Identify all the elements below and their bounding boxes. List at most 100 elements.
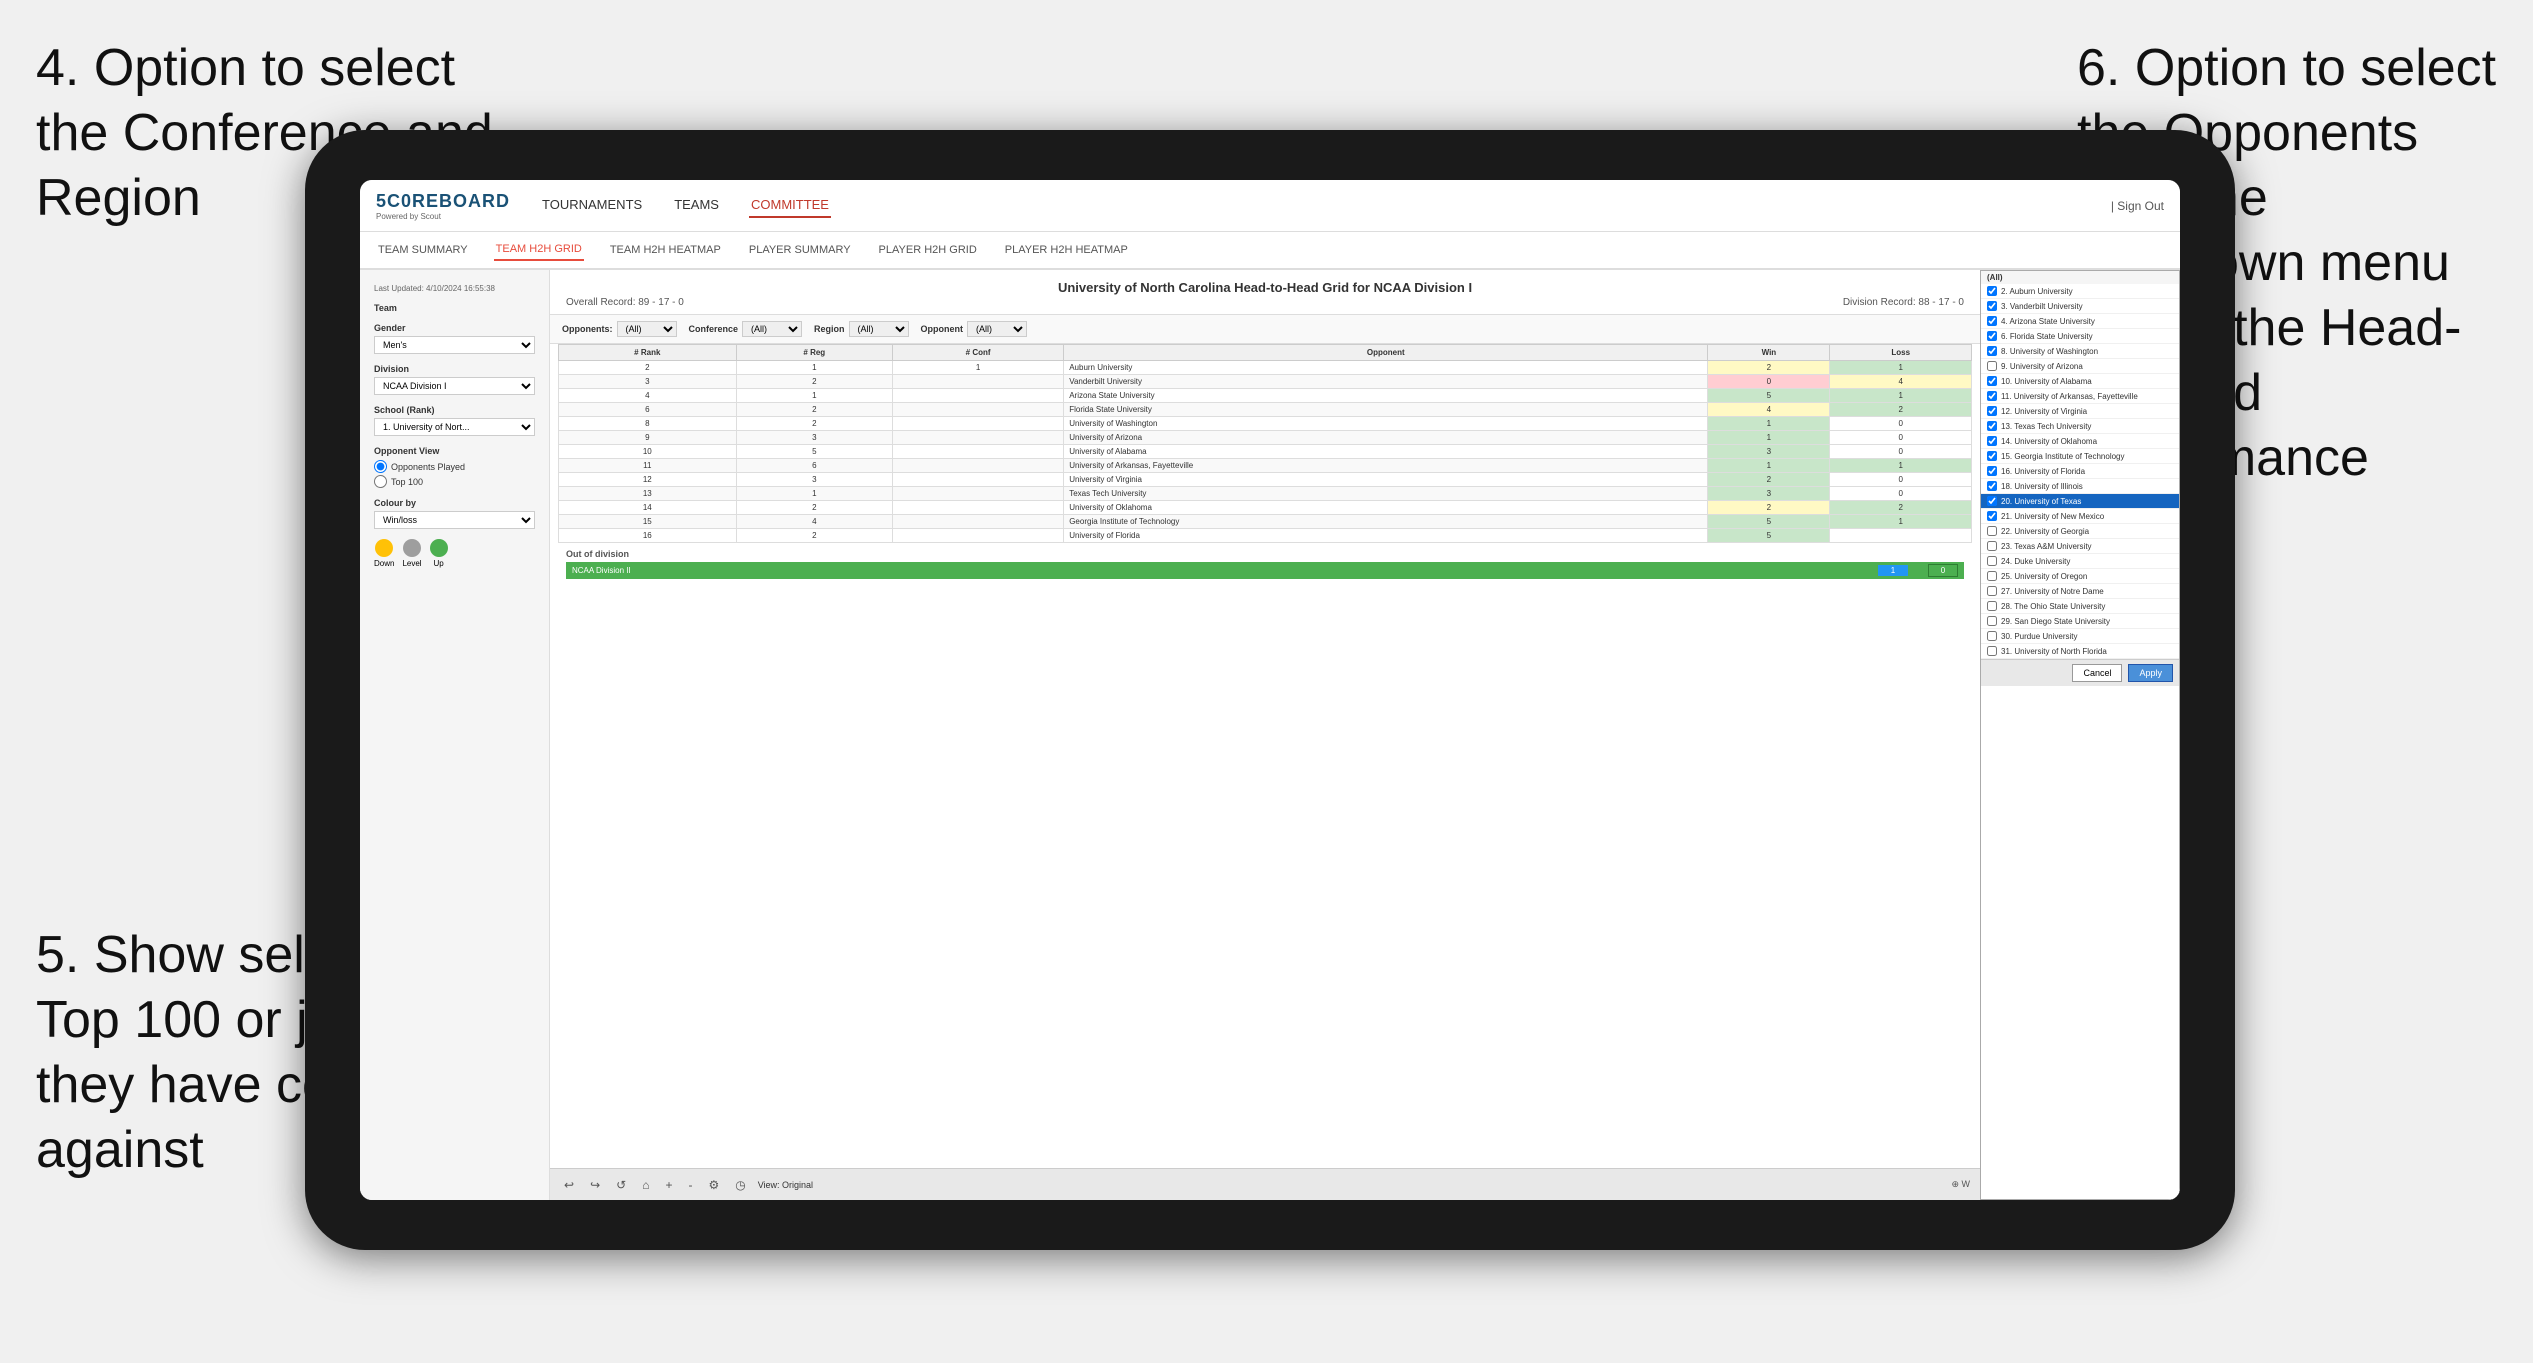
dropdown-item[interactable]: 12. University of Virginia	[1981, 404, 2179, 419]
sub-nav-player-summary[interactable]: PLAYER SUMMARY	[747, 240, 853, 260]
dropdown-item[interactable]: 9. University of Arizona	[1981, 359, 2179, 374]
legend: Down Level Up	[374, 539, 535, 568]
cell-opponent: Auburn University	[1064, 361, 1708, 375]
division-record: Division Record: 88 - 17 - 0	[1843, 297, 1964, 308]
refresh-button[interactable]: ↺	[612, 1176, 630, 1194]
home-button[interactable]: ⌂	[638, 1176, 653, 1194]
dropdown-item[interactable]: 2. Auburn University	[1981, 284, 2179, 299]
dropdown-item[interactable]: 18. University of Illinois	[1981, 479, 2179, 494]
report-title: University of North Carolina Head-to-Hea…	[566, 280, 1964, 295]
cell-loss	[1830, 529, 1972, 543]
nav-tournaments[interactable]: TOURNAMENTS	[540, 193, 644, 218]
dropdown-item[interactable]: 14. University of Oklahoma	[1981, 434, 2179, 449]
cell-rank: 8	[559, 417, 737, 431]
th-reg: # Reg	[736, 345, 892, 361]
cell-conf: 1	[893, 361, 1064, 375]
cell-loss: 2	[1830, 403, 1972, 417]
legend-down-icon	[375, 539, 393, 557]
dropdown-item[interactable]: 23. Texas A&M University	[1981, 539, 2179, 554]
cell-reg: 2	[736, 403, 892, 417]
opponent-dropdown-panel[interactable]: (All) 2. Auburn University 3. Vanderbilt…	[1980, 270, 2180, 1200]
sub-nav-team-summary[interactable]: TEAM SUMMARY	[376, 240, 470, 260]
dropdown-item[interactable]: 4. Arizona State University	[1981, 314, 2179, 329]
dropdown-item[interactable]: 24. Duke University	[1981, 554, 2179, 569]
apply-button[interactable]: Apply	[2128, 664, 2173, 682]
table-row: 12 3 University of Virginia 2 0	[559, 473, 1972, 487]
cell-loss: 0	[1830, 487, 1972, 501]
radio-top100[interactable]: Top 100	[374, 475, 535, 488]
table-row: 14 2 University of Oklahoma 2 2	[559, 501, 1972, 515]
school-select[interactable]: 1. University of Nort...	[374, 418, 535, 436]
conference-filter-select[interactable]: (All)	[742, 321, 802, 337]
radio-opponents-played[interactable]: Opponents Played	[374, 460, 535, 473]
sub-nav-player-h2h-heatmap[interactable]: PLAYER H2H HEATMAP	[1003, 240, 1130, 260]
dropdown-item[interactable]: 3. Vanderbilt University	[1981, 299, 2179, 314]
dropdown-item[interactable]: 29. San Diego State University	[1981, 614, 2179, 629]
cell-loss: 1	[1830, 515, 1972, 529]
dropdown-item[interactable]: 13. Texas Tech University	[1981, 419, 2179, 434]
nav-teams[interactable]: TEAMS	[672, 193, 721, 218]
colour-by-label: Colour by	[374, 498, 535, 508]
redo-button[interactable]: ↪	[586, 1176, 604, 1194]
cell-win: 2	[1708, 473, 1830, 487]
cell-win: 5	[1708, 529, 1830, 543]
sub-nav-team-h2h-grid[interactable]: TEAM H2H GRID	[494, 239, 584, 261]
dropdown-item[interactable]: 8. University of Washington	[1981, 344, 2179, 359]
dropdown-item[interactable]: 28. The Ohio State University	[1981, 599, 2179, 614]
out-of-division: Out of division NCAA Division II 1 0	[558, 543, 1972, 585]
sign-out[interactable]: | Sign Out	[2111, 199, 2164, 213]
cell-reg: 3	[736, 431, 892, 445]
table-row: 8 2 University of Washington 1 0	[559, 417, 1972, 431]
clock-button[interactable]: ◷	[731, 1176, 749, 1194]
dropdown-item[interactable]: 30. Purdue University	[1981, 629, 2179, 644]
report-header: University of North Carolina Head-to-Hea…	[550, 270, 1980, 315]
dropdown-item[interactable]: 10. University of Alabama	[1981, 374, 2179, 389]
zoom-in-button[interactable]: +	[661, 1176, 676, 1194]
nav-committee[interactable]: COMMITTEE	[749, 193, 831, 218]
cell-conf	[893, 487, 1064, 501]
settings-button[interactable]: ⚙	[704, 1176, 723, 1194]
data-table-wrap: # Rank # Reg # Conf Opponent Win Loss 2	[550, 344, 1980, 1168]
cancel-button[interactable]: Cancel	[2072, 664, 2122, 682]
dropdown-item[interactable]: 27. University of Notre Dame	[1981, 584, 2179, 599]
division-select[interactable]: NCAA Division I	[374, 377, 535, 395]
th-loss: Loss	[1830, 345, 1972, 361]
undo-button[interactable]: ↩	[560, 1176, 578, 1194]
sidebar: Last Updated: 4/10/2024 16:55:38 Team Ge…	[360, 270, 550, 1200]
cell-loss: 0	[1830, 473, 1972, 487]
cell-win: 1	[1708, 431, 1830, 445]
cell-opponent: University of Arkansas, Fayetteville	[1064, 459, 1708, 473]
dropdown-item[interactable]: 25. University of Oregon	[1981, 569, 2179, 584]
opponents-filter-select[interactable]: (All)	[617, 321, 677, 337]
cell-loss: 1	[1830, 459, 1972, 473]
dropdown-item[interactable]: 21. University of New Mexico	[1981, 509, 2179, 524]
sub-nav-team-h2h-heatmap[interactable]: TEAM H2H HEATMAP	[608, 240, 723, 260]
opponent-view-section: Opponent View Opponents Played Top 100	[374, 446, 535, 488]
dropdown-item[interactable]: 22. University of Georgia	[1981, 524, 2179, 539]
opponent-filter-select[interactable]: (All)	[967, 321, 1027, 337]
dropdown-item[interactable]: 16. University of Florida	[1981, 464, 2179, 479]
cell-rank: 13	[559, 487, 737, 501]
tablet-device: 5C0REBOARD Powered by Scout TOURNAMENTS …	[305, 130, 2235, 1250]
region-filter-select[interactable]: (All)	[849, 321, 909, 337]
cell-opponent: Georgia Institute of Technology	[1064, 515, 1708, 529]
dropdown-item[interactable]: 31. University of North Florida	[1981, 644, 2179, 659]
dropdown-item[interactable]: 6. Florida State University	[1981, 329, 2179, 344]
school-label: School (Rank)	[374, 405, 535, 415]
table-row: 4 1 Arizona State University 5 1	[559, 389, 1972, 403]
logo-area: 5C0REBOARD Powered by Scout	[376, 191, 510, 221]
zoom-out-button[interactable]: -	[684, 1176, 696, 1194]
legend-up: Up	[430, 539, 448, 568]
opponent-view-label: Opponent View	[374, 446, 535, 456]
gender-select[interactable]: Men's	[374, 336, 535, 354]
legend-level-icon	[403, 539, 421, 557]
sub-nav-player-h2h-grid[interactable]: PLAYER H2H GRID	[877, 240, 979, 260]
school-section: School (Rank) 1. University of Nort...	[374, 405, 535, 436]
dropdown-item[interactable]: 11. University of Arkansas, Fayetteville	[1981, 389, 2179, 404]
legend-down: Down	[374, 539, 394, 568]
cell-conf	[893, 417, 1064, 431]
cell-opponent: University of Virginia	[1064, 473, 1708, 487]
dropdown-item[interactable]: 15. Georgia Institute of Technology	[1981, 449, 2179, 464]
colour-by-select[interactable]: Win/loss	[374, 511, 535, 529]
dropdown-item[interactable]: 20. University of Texas	[1981, 494, 2179, 509]
